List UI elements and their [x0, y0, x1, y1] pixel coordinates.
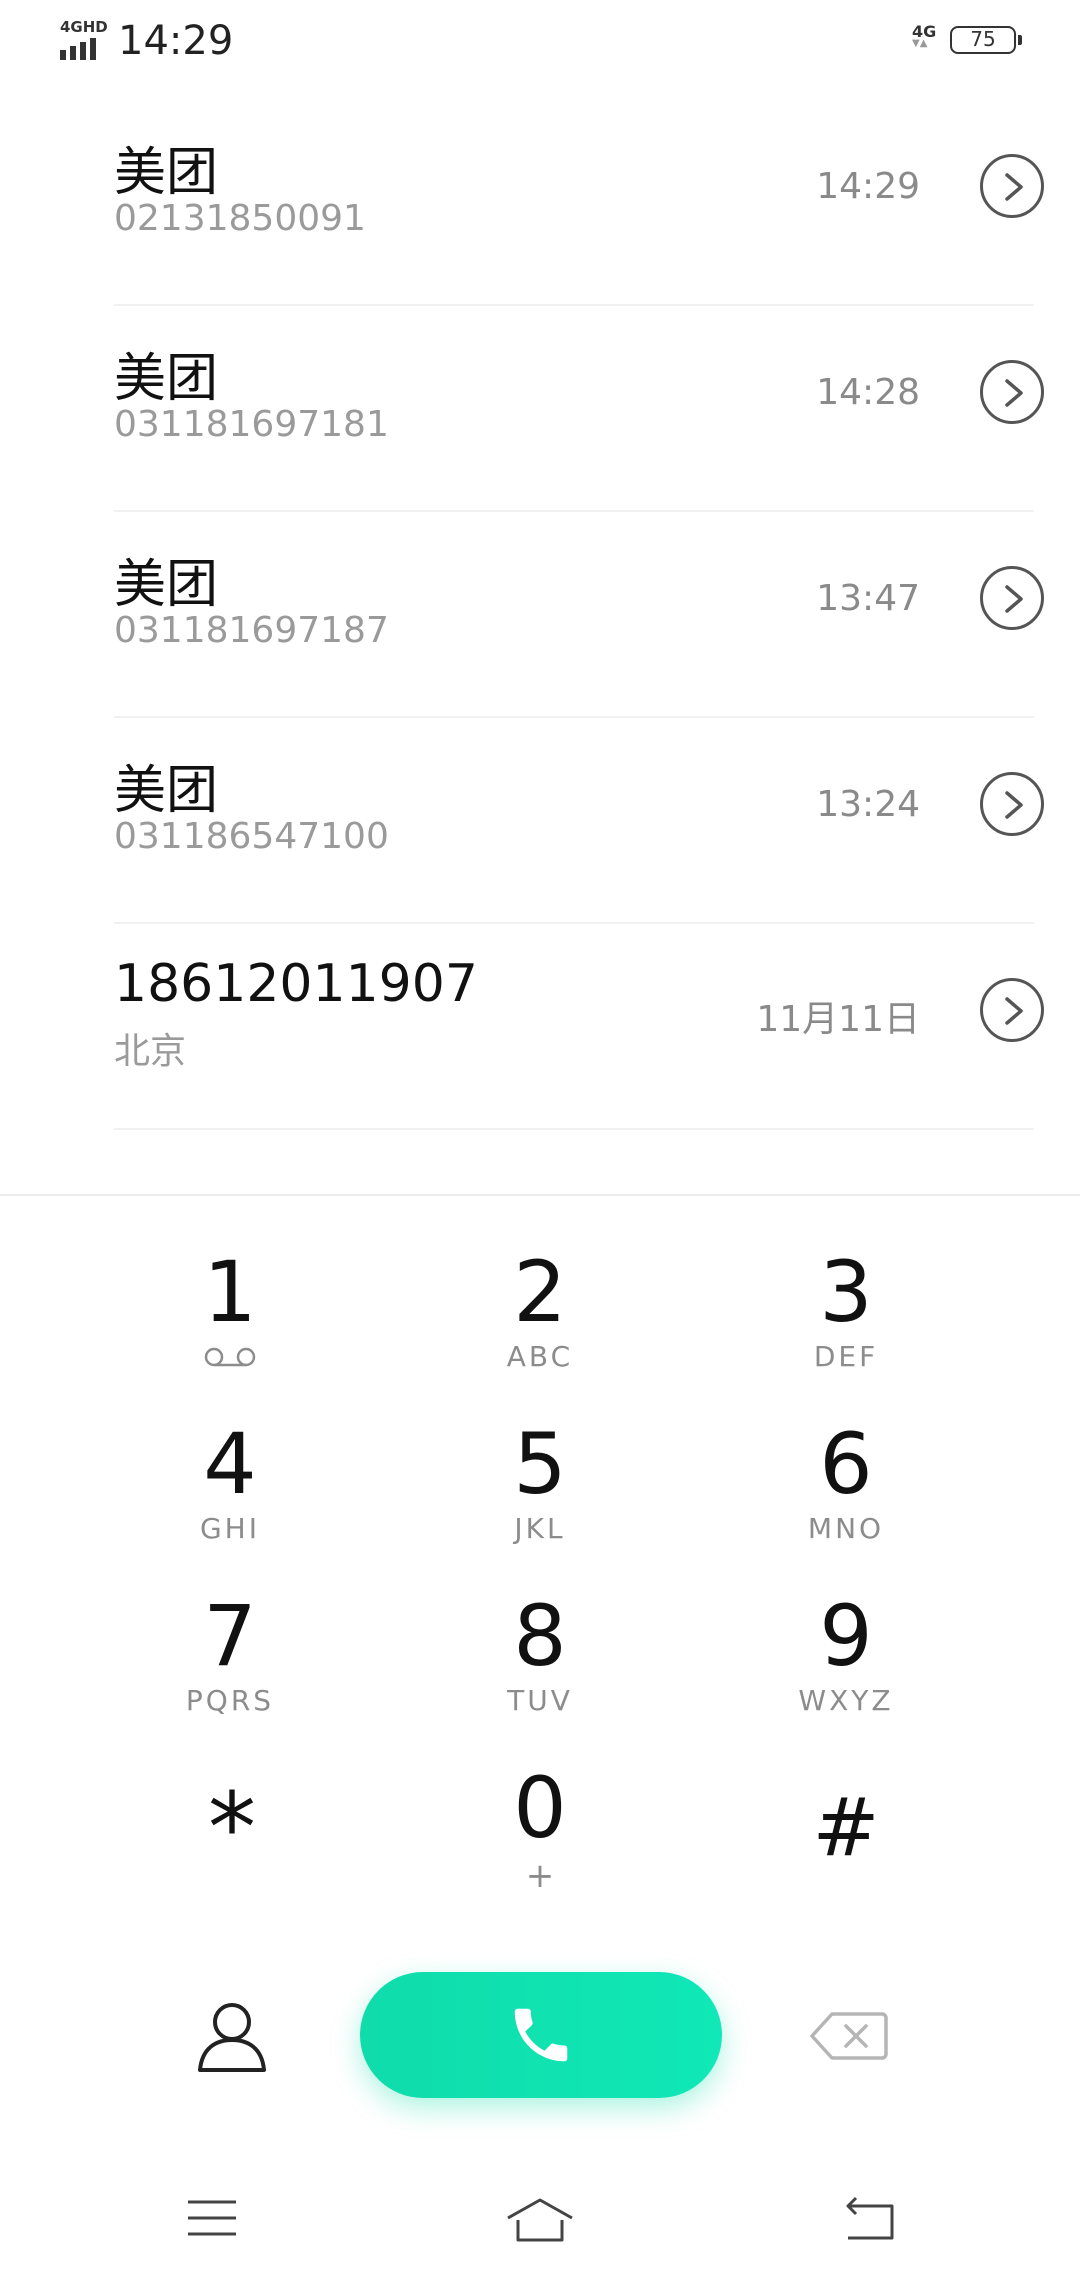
dial-key-5[interactable]: 5 JKL: [390, 1418, 690, 1578]
caller-location: 北京: [114, 1031, 187, 1072]
call-log-item[interactable]: 美团 031181697181 14:28: [0, 306, 1080, 512]
network-type-left: 4GHD: [60, 18, 108, 36]
dial-key-star[interactable]: *: [82, 1768, 382, 1928]
call-time: 13:24: [816, 784, 920, 825]
back-icon[interactable]: [842, 2196, 896, 2246]
chevron-right-circle-icon[interactable]: [980, 360, 1044, 424]
caller-name: 美团: [114, 143, 219, 203]
voicemail-icon: [203, 1346, 257, 1372]
chevron-right-circle-icon[interactable]: [980, 566, 1044, 630]
chevron-right-circle-icon[interactable]: [980, 154, 1044, 218]
dial-key-9[interactable]: 9 WXYZ: [696, 1590, 996, 1750]
call-log-item[interactable]: 18612011907 北京 11月11日: [0, 924, 1080, 1130]
call-log-list[interactable]: 美团 02131850091 14:29 美团 031181697181 14:…: [0, 100, 1080, 1194]
call-time: 13:47: [816, 578, 920, 619]
phone-icon: [514, 2008, 568, 2062]
dial-key-hash[interactable]: #: [696, 1768, 996, 1928]
call-log-item[interactable]: 美团 02131850091 14:29: [0, 100, 1080, 306]
dial-key-4[interactable]: 4 GHI: [80, 1418, 380, 1578]
caller-number: 031181697181: [114, 404, 389, 445]
caller-number: 031186547100: [114, 816, 389, 857]
status-bar: 4GHD 14:29 4G ▼▲ 75: [0, 0, 1080, 80]
caller-number: 02131850091: [114, 198, 366, 239]
caller-name: 18612011907: [114, 954, 478, 1014]
person-icon: [198, 2003, 266, 2072]
home-icon[interactable]: [504, 2196, 576, 2248]
dial-key-3[interactable]: 3 DEF: [696, 1246, 996, 1406]
dial-key-1[interactable]: 1: [80, 1246, 380, 1406]
call-time: 11月11日: [756, 999, 920, 1040]
chevron-right-circle-icon[interactable]: [980, 772, 1044, 836]
status-clock: 14:29: [118, 18, 234, 64]
dial-key-7[interactable]: 7 PQRS: [80, 1590, 380, 1750]
backspace-icon: [810, 2012, 888, 2060]
dial-key-2[interactable]: 2 ABC: [390, 1246, 690, 1406]
dial-key-0[interactable]: 0 +: [390, 1762, 690, 1922]
navigation-bar: [0, 2180, 1080, 2280]
menu-icon[interactable]: [186, 2196, 238, 2244]
dialpad: 1 2 ABC 3 DEF 4 GHI 5 JKL 6 MNO 7 PQRS 8…: [0, 1194, 1080, 1936]
battery-level: 75: [970, 27, 996, 51]
call-log-item[interactable]: 妈: [0, 1130, 1080, 1194]
call-time: 14:29: [816, 166, 920, 207]
contacts-button[interactable]: [192, 1996, 272, 2076]
call-button[interactable]: [360, 1972, 722, 2098]
call-time: 14:28: [816, 372, 920, 413]
network-type-right: 4G ▼▲: [912, 22, 937, 49]
caller-name: 美团: [114, 555, 219, 615]
delete-button[interactable]: [808, 2010, 888, 2062]
cellular-signal-icon: 4GHD: [58, 18, 108, 60]
chevron-right-circle-icon[interactable]: [980, 978, 1044, 1042]
call-log-item[interactable]: 美团 031181697187 13:47: [0, 512, 1080, 718]
call-log-item[interactable]: 美团 031186547100 13:24: [0, 718, 1080, 924]
battery-icon: 75: [950, 26, 1022, 54]
caller-name: 美团: [114, 349, 219, 409]
caller-name: 美团: [114, 761, 219, 821]
caller-number: 031181697187: [114, 610, 389, 651]
dial-key-6[interactable]: 6 MNO: [696, 1418, 996, 1578]
dial-key-8[interactable]: 8 TUV: [390, 1590, 690, 1750]
